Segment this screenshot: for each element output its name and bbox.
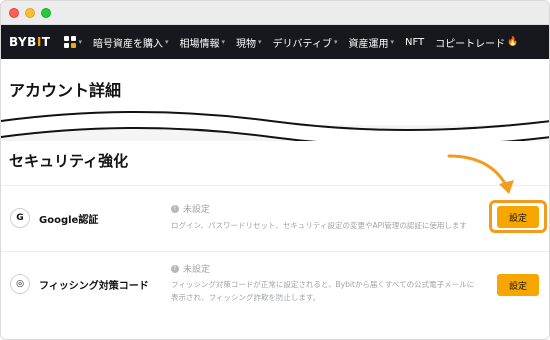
status-text: 未設定 (183, 265, 211, 275)
status-badge: ! 未設定 (171, 202, 210, 215)
google-icon: G (10, 208, 30, 228)
title-bar (1, 1, 549, 25)
nav-item-buy-crypto[interactable]: 暗号資産を購入 ▾ (93, 35, 169, 50)
nav-item-markets[interactable]: 相場情報 ▾ (180, 35, 226, 50)
chevron-down-icon: ▾ (258, 38, 262, 46)
anti-phishing-row: ◎ フィッシング対策コード ! 未設定 フィッシング対策コードが正常に設定される… (1, 251, 549, 317)
pointer-arrow (447, 154, 514, 194)
maximize-window-button[interactable] (41, 8, 51, 18)
apps-menu-button[interactable]: ▾ (64, 36, 82, 48)
status-badge: ! 未設定 (171, 262, 210, 275)
minimize-window-button[interactable] (25, 8, 35, 18)
google-auth-description: ログイン、パスワードリセット、セキュリティ設定の変更やAPI管理の認証に使用しま… (171, 221, 467, 230)
nav-item-spot[interactable]: 現物 ▾ (236, 35, 262, 50)
page-title: アカウント詳細 (9, 81, 122, 100)
nav-item-derivatives[interactable]: デリバティブ ▾ (273, 35, 338, 50)
status-text: 未設定 (183, 205, 211, 215)
chevron-down-icon: ▾ (221, 38, 226, 46)
anti-phishing-description-line2: 表示され、フィッシング詐欺を防止します。 (171, 293, 321, 302)
chevron-down-icon: ▾ (78, 38, 82, 46)
close-window-button[interactable] (9, 8, 19, 18)
google-auth-label: Google認証 (39, 215, 99, 226)
security-section-title: セキュリティ強化 (9, 152, 129, 170)
nav-item-earn[interactable]: 資産運用 ▾ (348, 35, 394, 50)
nav-item-nft[interactable]: NFT (405, 37, 424, 48)
info-icon: ! (171, 204, 179, 213)
anti-phishing-description-line1: フィッシング対策コードが正常に設定されると、Bybitから届くすべての公式電子メ… (171, 280, 475, 289)
bybit-logo[interactable]: BYBIT (9, 35, 50, 49)
anti-phishing-label: フィッシング対策コード (39, 281, 149, 292)
info-icon: ! (171, 264, 179, 273)
apps-grid-icon (64, 36, 77, 48)
chevron-down-icon: ▾ (165, 38, 169, 46)
phishing-code-icon: ◎ (10, 274, 30, 294)
chevron-down-icon: ▾ (390, 38, 394, 46)
browser-window: BYBIT ▾ 暗号資産を購入 ▾ 相場情報 ▾ 現物 ▾ デリバティブ ▾ 資産運用 ▾… (0, 0, 550, 340)
flame-icon: 🔥 (507, 37, 519, 47)
anti-phishing-set-button[interactable]: 設定 (497, 274, 539, 296)
top-navigation: BYBIT ▾ 暗号資産を購入 ▾ 相場情報 ▾ 現物 ▾ デリバティブ ▾ 資産運用 ▾… (1, 25, 549, 59)
nav-item-copy-trading[interactable]: コピートレード 🔥 (435, 35, 518, 50)
set-button-highlight (489, 200, 547, 233)
chevron-down-icon: ▾ (333, 38, 338, 46)
